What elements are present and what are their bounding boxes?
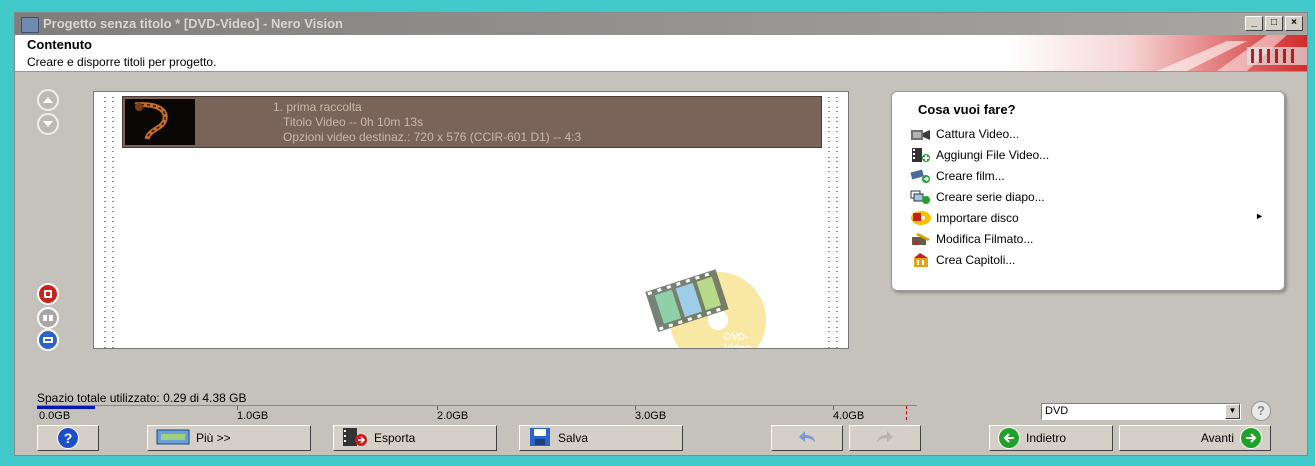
delete-title-button[interactable]: [37, 283, 59, 305]
import-disc-item[interactable]: Importare disco ►: [910, 207, 1270, 228]
chevron-down-icon[interactable]: ▼: [1225, 404, 1240, 419]
title-bar[interactable]: Progetto senza titolo * [DVD-Video] - Ne…: [15, 13, 1307, 35]
tick-label-4: 4.0GB: [833, 410, 865, 422]
create-chapters-label: Crea Capitoli...: [936, 252, 1016, 267]
title-list-item[interactable]: 1. prima raccolta Titolo Video -- 0h 10m…: [122, 96, 822, 148]
export-button-label: Esporta: [374, 431, 416, 445]
next-button-label: Avanti: [1200, 431, 1234, 445]
app-icon: [21, 17, 39, 33]
save-button[interactable]: Salva: [519, 425, 683, 451]
redo-button[interactable]: [849, 425, 921, 451]
title-duration: Titolo Video -- 0h 10m 13s: [283, 115, 424, 129]
page-subtitle: Creare e disporre titoli per progetto.: [27, 55, 217, 69]
more-button-label: Più >>: [196, 431, 231, 445]
move-up-button[interactable]: [37, 89, 59, 111]
import-disc-icon: [910, 210, 932, 226]
chapters-icon: [910, 252, 932, 268]
tick-label-1: 1.0GB: [237, 410, 269, 422]
submenu-arrow-icon: ►: [1255, 211, 1264, 221]
window-title: Progetto senza titolo * [DVD-Video] - Ne…: [43, 16, 343, 31]
more-button[interactable]: Più >>: [147, 425, 311, 451]
split-icon: [39, 309, 57, 327]
undo-button[interactable]: [771, 425, 843, 451]
title-name: 1. prima raccolta: [273, 100, 362, 114]
help-icon: ?: [1257, 403, 1265, 418]
space-usage-fill: [37, 406, 95, 409]
minimize-button[interactable]: _: [1245, 16, 1263, 31]
next-button[interactable]: Avanti: [1119, 425, 1271, 451]
edit-movie-icon: [910, 231, 932, 247]
export-button[interactable]: Esporta: [333, 425, 497, 451]
arrow-up-icon: [39, 91, 57, 109]
more-options-icon: [156, 428, 190, 449]
action-panel: Cosa vuoi fare? Cattura Video... Aggiung…: [891, 91, 1285, 291]
delete-icon: [39, 285, 57, 303]
move-down-button[interactable]: [37, 113, 59, 135]
redo-icon: [873, 428, 897, 449]
add-video-file-item[interactable]: Aggiungi File Video...: [910, 144, 1270, 165]
edit-movie-label: Modifica Filmato...: [936, 231, 1034, 246]
page-header: Contenuto Creare e disporre titoli per p…: [15, 35, 1307, 72]
video-thumbnail: [125, 99, 195, 145]
back-button[interactable]: Indietro: [989, 425, 1113, 451]
capture-video-label: Cattura Video...: [936, 126, 1020, 141]
arrow-down-icon: [39, 115, 57, 133]
create-slideshow-label: Creare serie diapo...: [936, 189, 1045, 204]
help-button[interactable]: ?: [37, 425, 99, 451]
create-movie-item[interactable]: Creare film...: [910, 165, 1270, 186]
capture-video-item[interactable]: Cattura Video...: [910, 123, 1270, 144]
next-arrow-icon: [1240, 427, 1262, 449]
add-video-file-icon: [910, 147, 932, 163]
action-menu: Cattura Video... Aggiungi File Video... …: [910, 123, 1270, 270]
content-filmstrip[interactable]: 1. prima raccolta Titolo Video -- 0h 10m…: [93, 91, 849, 349]
add-video-file-label: Aggiungi File Video...: [936, 147, 1050, 162]
create-movie-label: Creare film...: [936, 168, 1005, 183]
space-usage-bar: 0.0GB 1.0GB 2.0GB 3.0GB 4.0GB: [37, 405, 917, 422]
tick-label-0: 0.0GB: [39, 410, 71, 422]
title-info: 1. prima raccolta Titolo Video -- 0h 10m…: [273, 100, 581, 145]
slideshow-icon: [910, 189, 932, 205]
close-button[interactable]: ×: [1285, 16, 1303, 31]
undo-icon: [795, 428, 819, 449]
sort-az-icon: [39, 331, 57, 349]
capacity-limit-line: [906, 406, 907, 420]
split-title-button[interactable]: [37, 307, 59, 329]
sort-button[interactable]: [37, 329, 59, 351]
tick-label-3: 3.0GB: [635, 410, 667, 422]
main-window: Progetto senza titolo * [DVD-Video] - Ne…: [14, 12, 1308, 456]
back-button-label: Indietro: [1026, 431, 1067, 445]
back-arrow-icon: [998, 427, 1020, 449]
create-chapters-item[interactable]: Crea Capitoli...: [910, 249, 1270, 270]
export-icon: [342, 427, 368, 450]
header-banner-graphic: [1007, 35, 1307, 71]
film-perforation-right: [828, 94, 838, 348]
edit-movie-item[interactable]: Modifica Filmato...: [910, 228, 1270, 249]
tick-label-2: 2.0GB: [437, 410, 469, 422]
maximize-button[interactable]: □: [1265, 16, 1283, 31]
save-icon: [528, 427, 552, 450]
action-panel-title: Cosa vuoi fare?: [918, 102, 1016, 117]
disc-type-select[interactable]: DVD ▼: [1041, 403, 1241, 420]
disc-help-button[interactable]: ?: [1251, 401, 1271, 421]
watermark-label: DVD-Video: [724, 332, 752, 349]
film-perforation-left: [104, 94, 114, 348]
import-disc-label: Importare disco: [936, 210, 1019, 225]
create-slideshow-item[interactable]: Creare serie diapo...: [910, 186, 1270, 207]
help-icon: ?: [57, 427, 79, 449]
save-button-label: Salva: [558, 431, 589, 445]
space-used-label: Spazio totale utilizzato: 0.29 di 4.38 G…: [37, 391, 247, 405]
camera-icon: [910, 126, 932, 142]
page-title: Contenuto: [27, 37, 92, 52]
title-video-options: Opzioni video destinaz.: 720 x 576 (CCIR…: [283, 130, 582, 144]
create-movie-icon: [910, 168, 932, 184]
disc-type-value: DVD: [1045, 405, 1069, 417]
dvd-video-watermark: DVD-Video: [632, 260, 772, 348]
